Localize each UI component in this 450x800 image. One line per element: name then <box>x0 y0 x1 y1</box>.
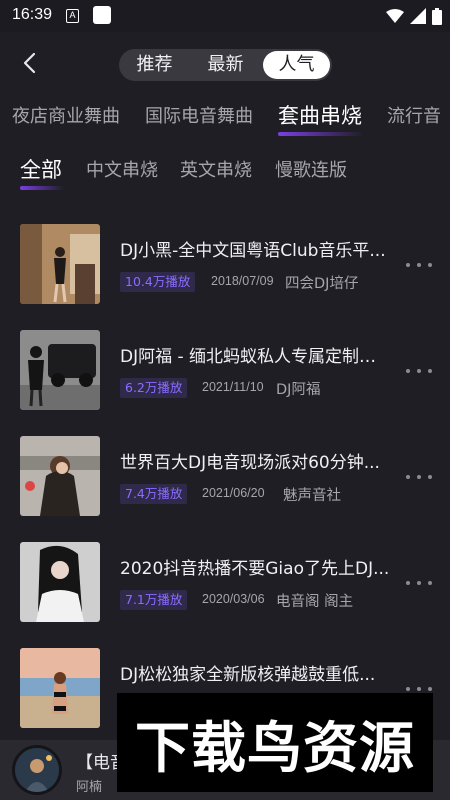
track-author: 四会DJ培仔 <box>285 276 359 292</box>
track-author: DJ阿福 <box>276 382 321 398</box>
sub-category-active-indicator <box>20 186 64 190</box>
subtab-slow-songs[interactable]: 慢歌连版 <box>275 156 347 182</box>
track-row[interactable]: DJ小黑-全中文国粤语Club音乐平... 10.4万播放 2018/07/09… <box>0 222 450 312</box>
play-count-badge: 7.4万播放 <box>120 484 188 504</box>
signal-icon <box>410 8 426 24</box>
sub-category-tabs: 全部 中文串烧 英文串烧 慢歌连版 <box>0 146 450 196</box>
subtab-chinese-medley[interactable]: 中文串烧 <box>86 156 158 182</box>
play-count-badge: 6.2万播放 <box>120 378 188 398</box>
track-title: 2020抖音热播不要Giao了先上DJ... <box>120 559 390 579</box>
wifi-icon <box>386 9 404 23</box>
track-title: DJ松松独家全新版核弹越鼓重低... <box>120 665 376 685</box>
track-row[interactable]: 世界百大DJ电音现场派对60分钟... 7.4万播放 2021/06/20 魅声… <box>0 434 450 524</box>
watermark-overlay: 下载鸟资源 <box>117 693 433 792</box>
battery-icon <box>432 7 442 25</box>
segment-latest[interactable]: 最新 <box>192 51 259 79</box>
track-author: 魅声音社 <box>283 488 341 504</box>
track-cover <box>20 224 100 304</box>
back-button[interactable] <box>14 48 44 78</box>
track-cover <box>20 436 100 516</box>
status-bar: 16:39 A <box>0 0 450 32</box>
track-date: 2021/06/20 <box>202 486 265 500</box>
tab-nightclub-dance[interactable]: 夜店商业舞曲 <box>12 102 120 128</box>
notification-square-icon <box>93 6 111 24</box>
sort-segmented-control: 推荐 最新 人气 <box>119 49 332 81</box>
tab-pop[interactable]: 流行音 <box>387 102 441 128</box>
track-date: 2021/11/10 <box>202 380 264 394</box>
player-artist: 阿楠 <box>76 780 103 795</box>
track-cover <box>20 542 100 622</box>
notification-a-icon: A <box>66 9 79 23</box>
tab-medley[interactable]: 套曲串烧 <box>278 100 362 130</box>
tab-international-edm[interactable]: 国际电音舞曲 <box>145 102 253 128</box>
top-header: 推荐 最新 人气 <box>0 32 450 94</box>
track-cover <box>20 648 100 728</box>
track-title: DJ阿福 - 缅北蚂蚁私人专属定制送... <box>120 347 390 367</box>
subtab-all[interactable]: 全部 <box>20 154 62 184</box>
track-row[interactable]: 2020抖音热播不要Giao了先上DJ... 7.1万播放 2020/03/06… <box>0 540 450 630</box>
track-date: 2018/07/09 <box>211 274 274 288</box>
category-active-indicator <box>278 132 364 136</box>
subtab-english-medley[interactable]: 英文串烧 <box>180 156 252 182</box>
player-cover[interactable] <box>12 745 62 795</box>
more-options-icon[interactable] <box>406 578 432 588</box>
more-options-icon[interactable] <box>406 366 432 376</box>
segment-popular[interactable]: 人气 <box>263 51 330 79</box>
track-cover <box>20 330 100 410</box>
segment-recommend[interactable]: 推荐 <box>121 51 188 79</box>
more-options-icon[interactable] <box>406 472 432 482</box>
play-count-badge: 7.1万播放 <box>120 590 188 610</box>
status-icons <box>386 7 442 25</box>
track-title: 世界百大DJ电音现场派对60分钟... <box>120 453 380 473</box>
play-count-badge: 10.4万播放 <box>120 272 196 292</box>
track-date: 2020/03/06 <box>202 592 265 606</box>
chevron-left-icon <box>23 52 36 74</box>
status-time: 16:39 <box>12 6 53 23</box>
track-title: DJ小黑-全中文国粤语Club音乐平... <box>120 241 386 261</box>
track-author: 电音阁 阁主 <box>276 594 354 610</box>
category-tabs: 夜店商业舞曲 国际电音舞曲 套曲串烧 流行音 <box>0 94 450 144</box>
more-options-icon[interactable] <box>406 260 432 270</box>
watermark-text: 下载鸟资源 <box>134 715 415 780</box>
track-row[interactable]: DJ阿福 - 缅北蚂蚁私人专属定制送... 6.2万播放 2021/11/10 … <box>0 328 450 418</box>
